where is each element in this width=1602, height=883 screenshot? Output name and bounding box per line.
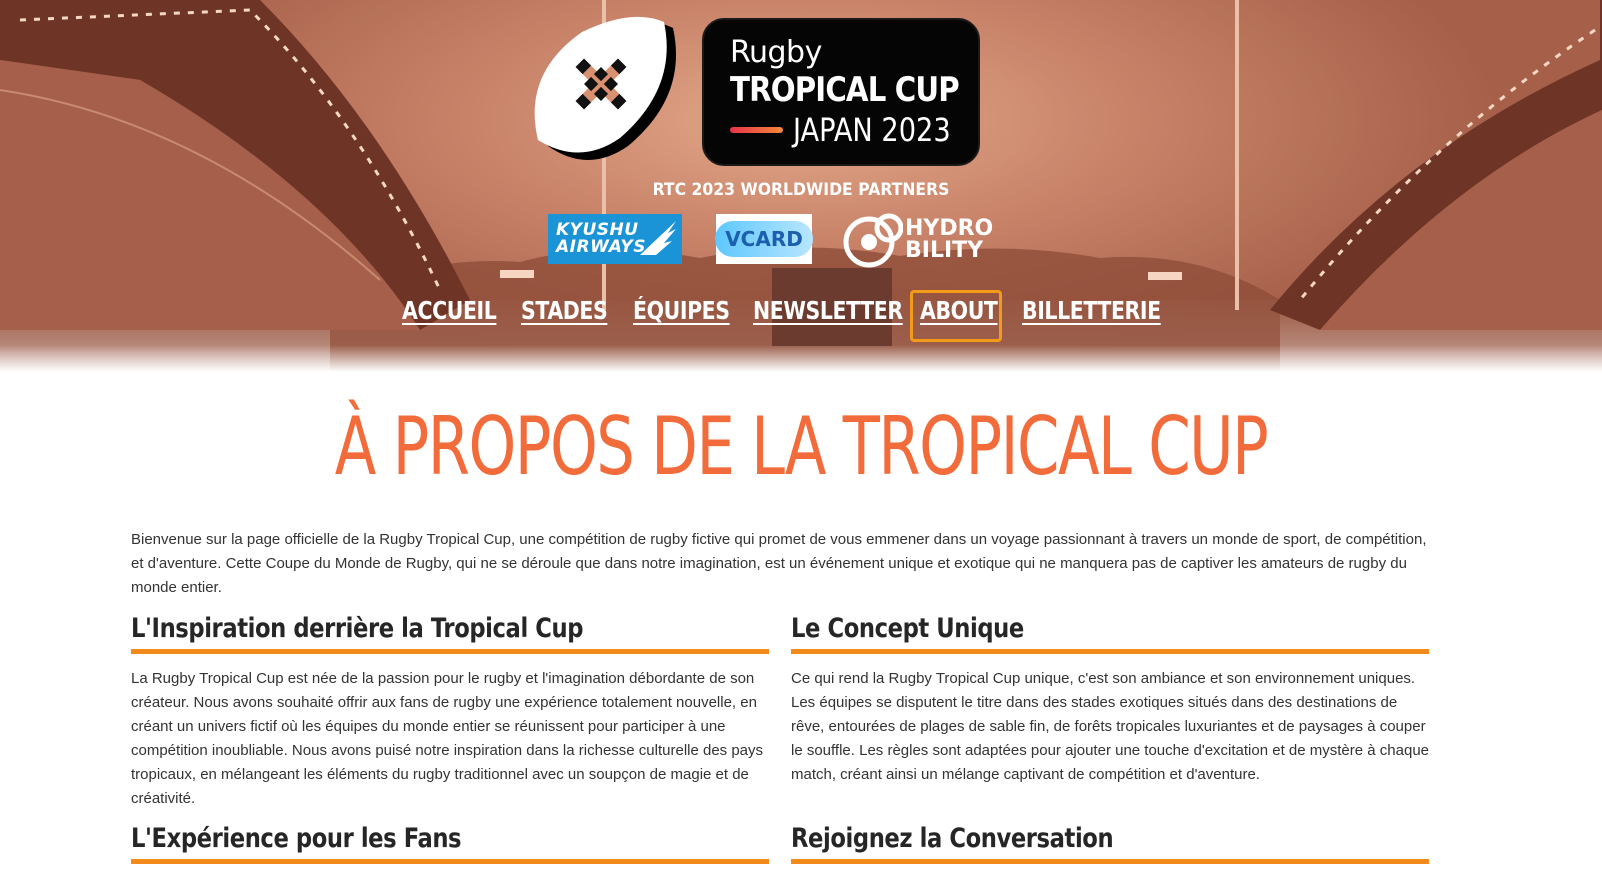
hydro-circles-icon (843, 213, 904, 268)
section-text: Ce qui rend la Rugby Tropical Cup unique… (791, 670, 1430, 783)
section-heading: L'Inspiration derrière la Tropical Cup (131, 612, 769, 654)
main-navigation: ACCUEIL STADES ÉQUIPES NEWSLETTER ABOUT … (0, 290, 1602, 342)
section-heading-text: Le Concept Unique (791, 613, 1024, 644)
section-heading: L'Expérience pour les Fans (131, 822, 769, 864)
section-concept: Le Concept Unique Ce qui rend la Rugby T… (791, 612, 1429, 787)
section-heading: Le Concept Unique (791, 612, 1429, 654)
wing-icon (640, 221, 676, 255)
intro-paragraph: Bienvenue sur la page officielle de la R… (131, 531, 1427, 596)
nav-item-stades[interactable]: STADES (521, 296, 608, 325)
hydro-line1: HYDRO (905, 216, 994, 241)
tournament-logo[interactable]: Rugby TROPICAL CUP JAPAN 2023 (702, 18, 980, 166)
hero-banner: Rugby TROPICAL CUP JAPAN 2023 RTC 2023 W… (0, 0, 1602, 372)
logo-accent-bar (730, 127, 783, 133)
nav-item-billetterie[interactable]: BILLETTERIE (1022, 296, 1161, 325)
section-conversation: Rejoignez la Conversation (791, 822, 1429, 877)
partner-logo-vcard[interactable]: VCARD (715, 214, 813, 264)
partners-heading: RTC 2023 WORLDWIDE PARTNERS (652, 180, 950, 200)
logo-line-rugby: Rugby (730, 35, 822, 70)
partner-logo-kyushu-airways[interactable]: KYUSHU AIRWAYS (548, 214, 682, 264)
vcard-label: VCARD (715, 221, 813, 257)
nav-item-newsletter[interactable]: NEWSLETTER (753, 296, 903, 325)
nav-item-about[interactable]: ABOUT (920, 296, 998, 325)
section-heading-text: L'Expérience pour les Fans (131, 823, 462, 854)
section-heading-text: L'Inspiration derrière la Tropical Cup (131, 613, 584, 644)
section-fans: L'Expérience pour les Fans (131, 822, 769, 877)
section-text: La Rugby Tropical Cup est née de la pass… (131, 670, 764, 807)
section-heading: Rejoignez la Conversation (791, 822, 1429, 864)
nav-item-equipes[interactable]: ÉQUIPES (633, 296, 730, 325)
hydro-line2: BILITY (905, 238, 984, 263)
nav-item-accueil[interactable]: ACCUEIL (402, 296, 497, 325)
section-heading-text: Rejoignez la Conversation (791, 823, 1114, 854)
rugby-ball-logo-icon (534, 16, 676, 160)
logo-line-tropical-cup: TROPICAL CUP (730, 70, 960, 110)
logo-line-japan-2023: JAPAN 2023 (792, 111, 951, 149)
partner-logo-hydrobility[interactable]: HYDRO BILITY (843, 212, 1011, 268)
page-title: À PROPOS DE LA TROPICAL CUP (334, 400, 1269, 493)
section-inspiration: L'Inspiration derrière la Tropical Cup L… (131, 612, 769, 811)
